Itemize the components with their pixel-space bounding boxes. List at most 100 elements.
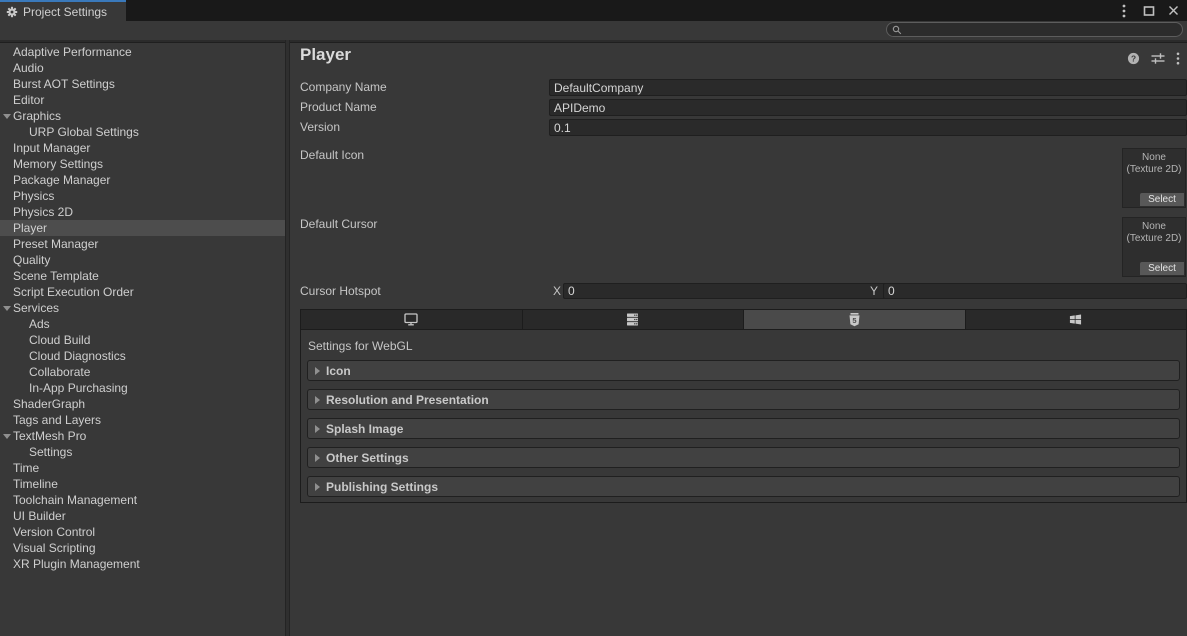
sidebar-item-services[interactable]: Services <box>0 300 285 316</box>
foldout-expanded-icon[interactable] <box>3 114 11 119</box>
sidebar-item-label: Package Manager <box>13 173 110 187</box>
sidebar-item-ads[interactable]: Ads <box>0 316 285 332</box>
sidebar-item-label: Adaptive Performance <box>13 45 132 59</box>
default-icon-object-field[interactable]: None (Texture 2D) Select <box>1122 148 1186 208</box>
sidebar-item-memory-settings[interactable]: Memory Settings <box>0 156 285 172</box>
foldout-collapsed-icon <box>315 483 320 491</box>
default-icon-select-button[interactable]: Select <box>1140 193 1184 206</box>
svg-text:?: ? <box>1131 53 1136 63</box>
sidebar-item-burst-aot-settings[interactable]: Burst AOT Settings <box>0 76 285 92</box>
default-icon-none-line2: (Texture 2D) <box>1123 164 1185 176</box>
sidebar-item-label: Cloud Diagnostics <box>29 349 126 363</box>
platform-tab-standalone[interactable] <box>301 310 523 329</box>
section-label: Splash Image <box>326 422 403 436</box>
sidebar-item-settings[interactable]: Settings <box>0 444 285 460</box>
sidebar-item-label: Timeline <box>13 477 58 491</box>
section-foldout-publishing-settings[interactable]: Publishing Settings <box>307 476 1180 497</box>
sidebar-item-physics-2d[interactable]: Physics 2D <box>0 204 285 220</box>
window-tab-project-settings[interactable]: Project Settings <box>0 0 126 21</box>
platform-tab-uwp[interactable] <box>966 310 1187 329</box>
section-foldout-other-settings[interactable]: Other Settings <box>307 447 1180 468</box>
field-label: Product Name <box>300 100 377 114</box>
section-label: Other Settings <box>326 451 409 465</box>
sidebar-item-audio[interactable]: Audio <box>0 60 285 76</box>
sidebar-item-label: Memory Settings <box>13 157 103 171</box>
sidebar-item-editor[interactable]: Editor <box>0 92 285 108</box>
sidebar-item-tags-and-layers[interactable]: Tags and Layers <box>0 412 285 428</box>
close-icon[interactable] <box>1167 4 1180 17</box>
sidebar-item-label: In-App Purchasing <box>29 381 128 395</box>
product-name-field[interactable] <box>549 99 1187 116</box>
sidebar-item-time[interactable]: Time <box>0 460 285 476</box>
sidebar-item-label: ShaderGraph <box>13 397 85 411</box>
sidebar-item-cloud-build[interactable]: Cloud Build <box>0 332 285 348</box>
sidebar-item-quality[interactable]: Quality <box>0 252 285 268</box>
section-label: Resolution and Presentation <box>326 393 489 407</box>
company-name-field[interactable] <box>549 79 1187 96</box>
search-icon <box>892 25 902 35</box>
platform-tab-bar: 5 <box>300 309 1187 330</box>
sidebar-item-label: Scene Template <box>13 269 99 283</box>
settings-sections: Icon Resolution and Presentation Splash … <box>307 360 1180 505</box>
html5-icon: 5 <box>849 313 860 327</box>
default-icon-none-line1: None <box>1123 152 1185 164</box>
presets-icon[interactable] <box>1151 52 1165 65</box>
sidebar-item-shadergraph[interactable]: ShaderGraph <box>0 396 285 412</box>
foldout-collapsed-icon <box>315 367 320 375</box>
sidebar-item-toolchain-management[interactable]: Toolchain Management <box>0 492 285 508</box>
sidebar-item-script-execution-order[interactable]: Script Execution Order <box>0 284 285 300</box>
foldout-expanded-icon[interactable] <box>3 306 11 311</box>
sidebar-item-physics[interactable]: Physics <box>0 188 285 204</box>
foldout-collapsed-icon <box>315 396 320 404</box>
sidebar-item-version-control[interactable]: Version Control <box>0 524 285 540</box>
foldout-expanded-icon[interactable] <box>3 434 11 439</box>
platform-tab-webgl[interactable]: 5 <box>744 310 966 329</box>
sidebar-item-label: Visual Scripting <box>13 541 96 555</box>
window-controls <box>1117 0 1180 21</box>
sidebar-item-textmesh-pro[interactable]: TextMesh Pro <box>0 428 285 444</box>
sidebar-item-preset-manager[interactable]: Preset Manager <box>0 236 285 252</box>
sidebar-item-cloud-diagnostics[interactable]: Cloud Diagnostics <box>0 348 285 364</box>
default-cursor-object-field[interactable]: None (Texture 2D) Select <box>1122 217 1186 277</box>
sidebar-item-label: Services <box>13 301 59 315</box>
player-settings-panel: Player ? Company Name Product Name Versi… <box>290 44 1187 636</box>
settings-category-sidebar: Adaptive Performance Audio Burst AOT Set… <box>0 44 285 636</box>
sidebar-item-adaptive-performance[interactable]: Adaptive Performance <box>0 44 285 60</box>
search-input[interactable] <box>886 22 1183 37</box>
section-label: Publishing Settings <box>326 480 438 494</box>
settings-for-label: Settings for WebGL <box>308 339 413 353</box>
sidebar-item-package-manager[interactable]: Package Manager <box>0 172 285 188</box>
sidebar-item-graphics[interactable]: Graphics <box>0 108 285 124</box>
sidebar-item-scene-template[interactable]: Scene Template <box>0 268 285 284</box>
default-cursor-select-button[interactable]: Select <box>1140 262 1184 275</box>
window-menu-icon[interactable] <box>1117 4 1130 17</box>
cursor-hotspot-label: Cursor Hotspot <box>300 284 381 298</box>
sidebar-item-label: TextMesh Pro <box>13 429 86 443</box>
sidebar-item-label: Quality <box>13 253 50 267</box>
cursor-hotspot-y-field[interactable] <box>883 283 1187 299</box>
sidebar-item-ui-builder[interactable]: UI Builder <box>0 508 285 524</box>
sidebar-item-player[interactable]: Player <box>0 220 285 236</box>
sidebar-item-timeline[interactable]: Timeline <box>0 476 285 492</box>
sidebar-item-label: Burst AOT Settings <box>13 77 115 91</box>
section-foldout-resolution-and-presentation[interactable]: Resolution and Presentation <box>307 389 1180 410</box>
sidebar-item-visual-scripting[interactable]: Visual Scripting <box>0 540 285 556</box>
default-cursor-none-line2: (Texture 2D) <box>1123 233 1185 245</box>
help-icon[interactable]: ? <box>1127 52 1140 65</box>
section-foldout-icon[interactable]: Icon <box>307 360 1180 381</box>
cursor-hotspot-y-label: Y <box>870 284 878 298</box>
maximize-icon[interactable] <box>1142 4 1155 17</box>
sidebar-item-input-manager[interactable]: Input Manager <box>0 140 285 156</box>
sidebar-item-urp-global-settings[interactable]: URP Global Settings <box>0 124 285 140</box>
sidebar-item-in-app-purchasing[interactable]: In-App Purchasing <box>0 380 285 396</box>
sidebar-item-collaborate[interactable]: Collaborate <box>0 364 285 380</box>
cursor-hotspot-x-label: X <box>553 284 561 298</box>
sidebar-item-label: XR Plugin Management <box>13 557 140 571</box>
version-field[interactable] <box>549 119 1187 136</box>
platform-tab-dedicated-server[interactable] <box>523 310 745 329</box>
sidebar-item-label: URP Global Settings <box>29 125 139 139</box>
section-foldout-splash-image[interactable]: Splash Image <box>307 418 1180 439</box>
monitor-icon <box>404 313 418 326</box>
context-menu-icon[interactable] <box>1176 52 1180 65</box>
sidebar-item-xr-plugin-management[interactable]: XR Plugin Management <box>0 556 285 572</box>
